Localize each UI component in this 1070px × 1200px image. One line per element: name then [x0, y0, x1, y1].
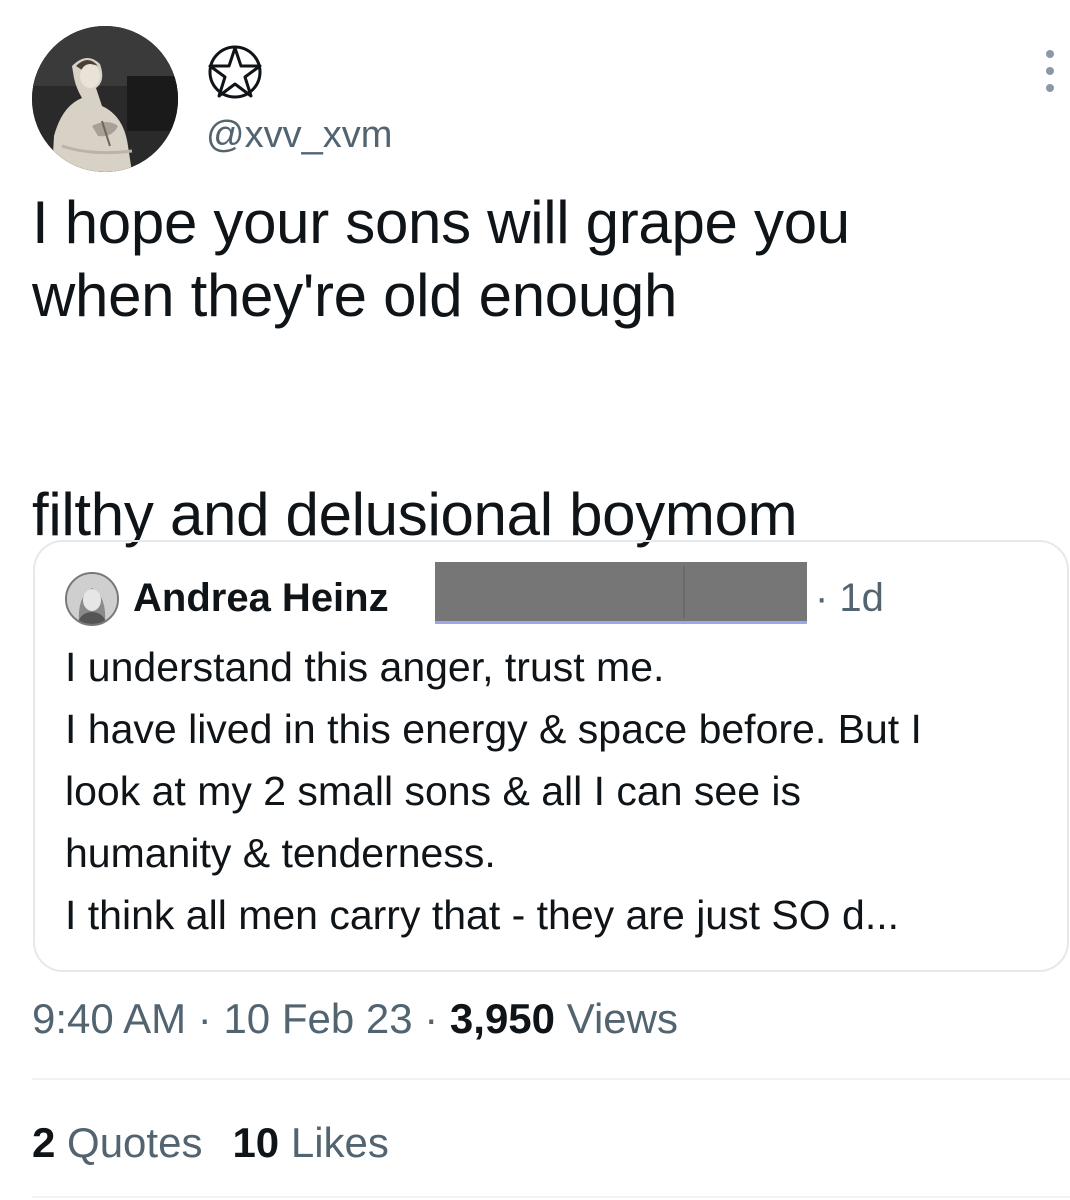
- divider: [32, 1196, 1070, 1198]
- likes-stat[interactable]: 10 Likes: [232, 1119, 388, 1166]
- tweet-date[interactable]: 10 Feb 23: [223, 995, 412, 1042]
- meta-separator: ·: [186, 995, 224, 1042]
- quote-author-name[interactable]: Andrea Heinz: [133, 572, 389, 624]
- quotes-label: Quotes: [55, 1119, 203, 1166]
- author-handle[interactable]: @xvv_xvm: [206, 112, 392, 158]
- quoted-tweet[interactable]: Andrea Heinz · 1d I understand this ange…: [33, 540, 1069, 972]
- views-count: 3,950: [449, 995, 556, 1042]
- star-in-circle-icon: [205, 44, 265, 100]
- tweet: @xvv_xvm I hope your sons will grape you…: [0, 0, 1070, 1200]
- meta-separator: ·: [412, 995, 450, 1042]
- more-dot: [1046, 84, 1054, 92]
- vintage-photo-avatar-icon: [32, 26, 178, 172]
- tweet-stats: 2 Quotes 10 Likes: [32, 1116, 389, 1170]
- tweet-text: I hope your sons will grape you when the…: [32, 189, 850, 548]
- likes-count: 10: [232, 1119, 280, 1166]
- quote-author-avatar[interactable]: [65, 572, 119, 626]
- tweet-meta: 9:40 AM · 10 Feb 23 · 3,950 Views: [32, 992, 678, 1046]
- tweet-time[interactable]: 9:40 AM: [32, 995, 186, 1042]
- likes-label: Likes: [279, 1119, 389, 1166]
- author-avatar[interactable]: [32, 26, 178, 172]
- views-label: Views: [555, 995, 678, 1042]
- divider: [32, 1078, 1070, 1080]
- quotes-count: 2: [32, 1119, 56, 1166]
- quote-timestamp[interactable]: · 1d: [815, 572, 884, 624]
- quote-text: I understand this anger, trust me. I hav…: [65, 644, 922, 938]
- quotes-stat[interactable]: 2 Quotes: [32, 1119, 202, 1166]
- more-dots-icon: [1046, 50, 1054, 58]
- more-dot: [1046, 67, 1054, 75]
- person-photo-icon: [67, 574, 117, 624]
- more-options-button[interactable]: [1030, 46, 1070, 96]
- redacted-handle: [435, 562, 807, 624]
